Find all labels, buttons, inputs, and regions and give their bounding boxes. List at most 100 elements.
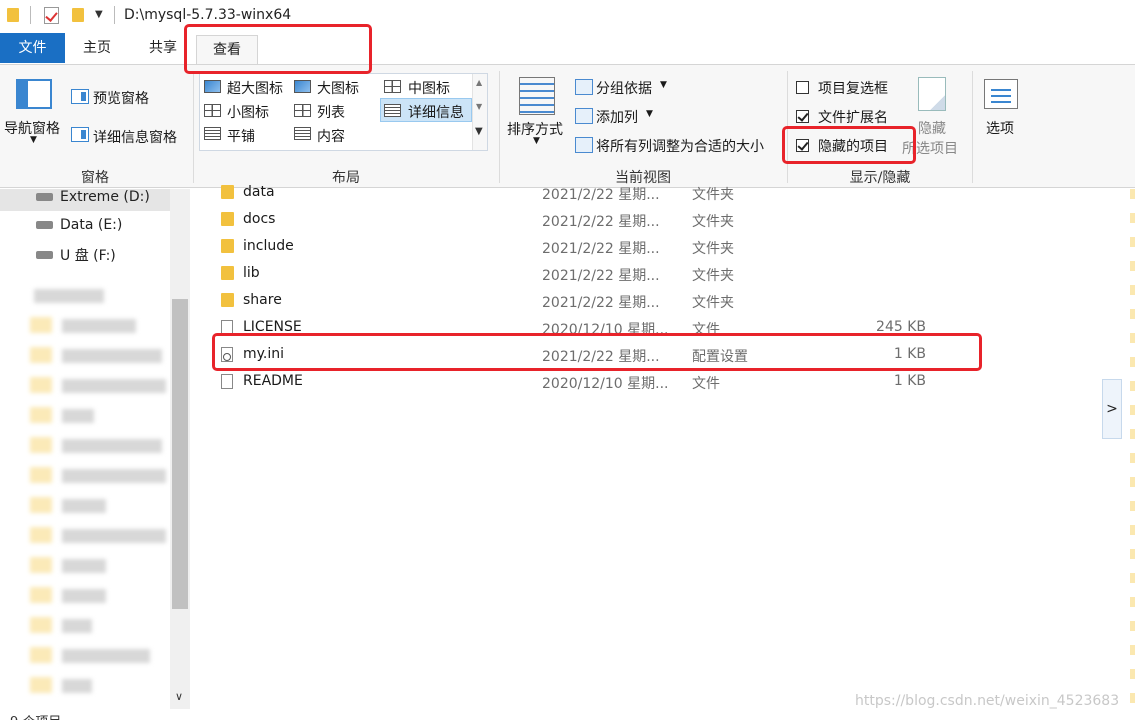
status-bar: 9 个项目 bbox=[0, 709, 1135, 720]
group-by-button[interactable]: 分组依据 bbox=[596, 78, 652, 98]
file-date: 2020/12/10 星期... bbox=[542, 376, 669, 392]
file-row-lib[interactable]: lib 2021/2/22 星期... 文件夹 bbox=[190, 260, 1102, 287]
separator bbox=[193, 71, 194, 183]
nav-scrollbar[interactable]: ∨ bbox=[170, 189, 190, 709]
scroll-up-icon[interactable]: ▲ bbox=[476, 78, 482, 87]
file-type: 文件夹 bbox=[692, 187, 734, 203]
nav-item-drive-f[interactable]: U 盘 (F:) bbox=[0, 241, 170, 269]
file-row-docs[interactable]: docs 2021/2/22 星期... 文件夹 bbox=[190, 206, 1102, 233]
layout-gallery-scroll[interactable]: ▲ ▼ ▼ bbox=[472, 74, 487, 150]
file-name: lib bbox=[243, 265, 260, 281]
details-icon bbox=[384, 104, 401, 117]
nav-scrollbar-thumb[interactable] bbox=[172, 299, 188, 609]
tab-file[interactable]: 文件 bbox=[0, 33, 65, 63]
file-row-data[interactable]: data 2021/2/22 星期... 文件夹 bbox=[190, 179, 1102, 206]
content-icon bbox=[294, 127, 311, 140]
file-name: README bbox=[243, 373, 303, 389]
options-icon[interactable] bbox=[984, 79, 1018, 109]
annotation-hidden-items bbox=[782, 126, 916, 164]
sort-icon[interactable] bbox=[519, 77, 555, 115]
file-type: 文件夹 bbox=[692, 295, 734, 311]
folder-icon bbox=[221, 212, 234, 226]
watermark: https://blog.csdn.net/weixin_4523683 bbox=[855, 693, 1120, 709]
nav-item-drive-d[interactable]: Extreme (D:) bbox=[0, 189, 170, 211]
file-type: 文件夹 bbox=[692, 241, 734, 257]
layout-content[interactable]: 内容 bbox=[317, 126, 345, 146]
annotation-view-tab bbox=[184, 24, 372, 74]
layout-small-icons[interactable]: 小图标 bbox=[227, 102, 269, 122]
navigation-pane: Extreme (D:) Data (E:) U 盘 (F:) ∨ bbox=[0, 189, 190, 709]
layout-extra-large-icons[interactable]: 超大图标 bbox=[227, 78, 283, 98]
size-all-columns-button[interactable]: 将所有列调整为合适的大小 bbox=[596, 136, 764, 156]
file-row-readme[interactable]: README 2020/12/10 星期... 文件 1 KB bbox=[190, 368, 1102, 395]
window-title: D:\mysql-5.7.33-winx64 bbox=[124, 7, 292, 23]
file-extensions-label[interactable]: 文件扩展名 bbox=[818, 107, 888, 127]
layout-tiles[interactable]: 平铺 bbox=[227, 126, 255, 146]
file-row-share[interactable]: share 2021/2/22 星期... 文件夹 bbox=[190, 287, 1102, 314]
folder-icon bbox=[221, 185, 234, 199]
tab-home[interactable]: 主页 bbox=[72, 33, 122, 63]
chevron-right-icon[interactable]: > bbox=[1102, 379, 1122, 439]
title-bar: ▼ D:\mysql-5.7.33-winx64 bbox=[0, 0, 1135, 32]
hide-selected-items-icon[interactable] bbox=[918, 77, 946, 111]
chevron-down-icon[interactable]: ▼ bbox=[30, 135, 37, 145]
file-date: 2021/2/22 星期... bbox=[542, 295, 660, 311]
new-folder-icon[interactable] bbox=[72, 8, 84, 22]
preview-pane-icon bbox=[71, 89, 89, 104]
file-date: 2021/2/22 星期... bbox=[542, 241, 660, 257]
drive-icon bbox=[36, 193, 53, 201]
folder-icon bbox=[221, 293, 234, 307]
nav-item-label: U 盘 (F:) bbox=[60, 248, 116, 264]
add-column-button[interactable]: 添加列 bbox=[596, 107, 638, 127]
scroll-down-icon[interactable]: ▼ bbox=[476, 102, 482, 111]
layout-medium-icons[interactable]: 中图标 bbox=[408, 78, 450, 98]
layout-list[interactable]: 列表 bbox=[317, 102, 345, 122]
small-icons-icon bbox=[204, 104, 221, 117]
file-date: 2021/2/22 星期... bbox=[542, 214, 660, 230]
folder-icon bbox=[221, 239, 234, 253]
drive-icon bbox=[36, 251, 53, 259]
separator bbox=[972, 71, 973, 183]
item-count: 9 个项目 bbox=[10, 711, 61, 720]
nav-item-label: Data (E:) bbox=[60, 217, 123, 233]
hide-selected-label-1[interactable]: 隐藏 bbox=[918, 118, 946, 138]
file-name: data bbox=[243, 184, 275, 200]
file-name: share bbox=[243, 292, 282, 308]
folder-icon bbox=[7, 8, 19, 22]
blurred-edge bbox=[1130, 189, 1135, 709]
annotation-my-ini bbox=[212, 333, 982, 371]
chevron-down-icon[interactable]: ▼ bbox=[660, 80, 667, 90]
separator bbox=[30, 6, 31, 24]
nav-item-label: Extreme (D:) bbox=[60, 189, 150, 205]
details-pane-button[interactable]: 详细信息窗格 bbox=[93, 127, 177, 147]
navigation-pane-icon[interactable] bbox=[16, 79, 52, 109]
fit-columns-icon bbox=[575, 137, 593, 153]
item-checkboxes-checkbox[interactable] bbox=[796, 81, 809, 94]
file-icon bbox=[221, 374, 233, 389]
expand-gallery-icon[interactable]: ▼ bbox=[475, 126, 483, 137]
customize-quick-access-icon[interactable]: ▼ bbox=[95, 9, 103, 20]
chevron-down-icon[interactable]: ▼ bbox=[646, 109, 653, 119]
nav-item-drive-e[interactable]: Data (E:) bbox=[0, 211, 170, 239]
tiles-icon bbox=[204, 127, 221, 140]
file-date: 2021/2/22 星期... bbox=[542, 187, 660, 203]
file-type: 文件 bbox=[692, 376, 720, 392]
properties-icon[interactable] bbox=[44, 7, 59, 24]
preview-pane-button[interactable]: 预览窗格 bbox=[93, 88, 149, 108]
item-checkboxes-label[interactable]: 项目复选框 bbox=[818, 78, 888, 98]
drive-icon bbox=[36, 221, 53, 229]
tab-share[interactable]: 共享 bbox=[138, 33, 188, 63]
chevron-down-icon[interactable]: ▼ bbox=[533, 136, 540, 146]
layout-large-icons[interactable]: 大图标 bbox=[317, 78, 359, 98]
list-icon bbox=[294, 104, 311, 117]
file-type: 文件夹 bbox=[692, 214, 734, 230]
large-icons-icon bbox=[294, 80, 311, 93]
file-list: data 2021/2/22 星期... 文件夹 docs 2021/2/22 … bbox=[190, 184, 1102, 709]
extra-large-icons-icon bbox=[204, 80, 221, 93]
file-name: include bbox=[243, 238, 294, 254]
options-button[interactable]: 选项 bbox=[986, 118, 1014, 138]
file-row-include[interactable]: include 2021/2/22 星期... 文件夹 bbox=[190, 233, 1102, 260]
chevron-down-icon[interactable]: ∨ bbox=[175, 690, 183, 703]
layout-details[interactable]: 详细信息 bbox=[408, 102, 464, 122]
file-extensions-checkbox[interactable] bbox=[796, 110, 809, 123]
